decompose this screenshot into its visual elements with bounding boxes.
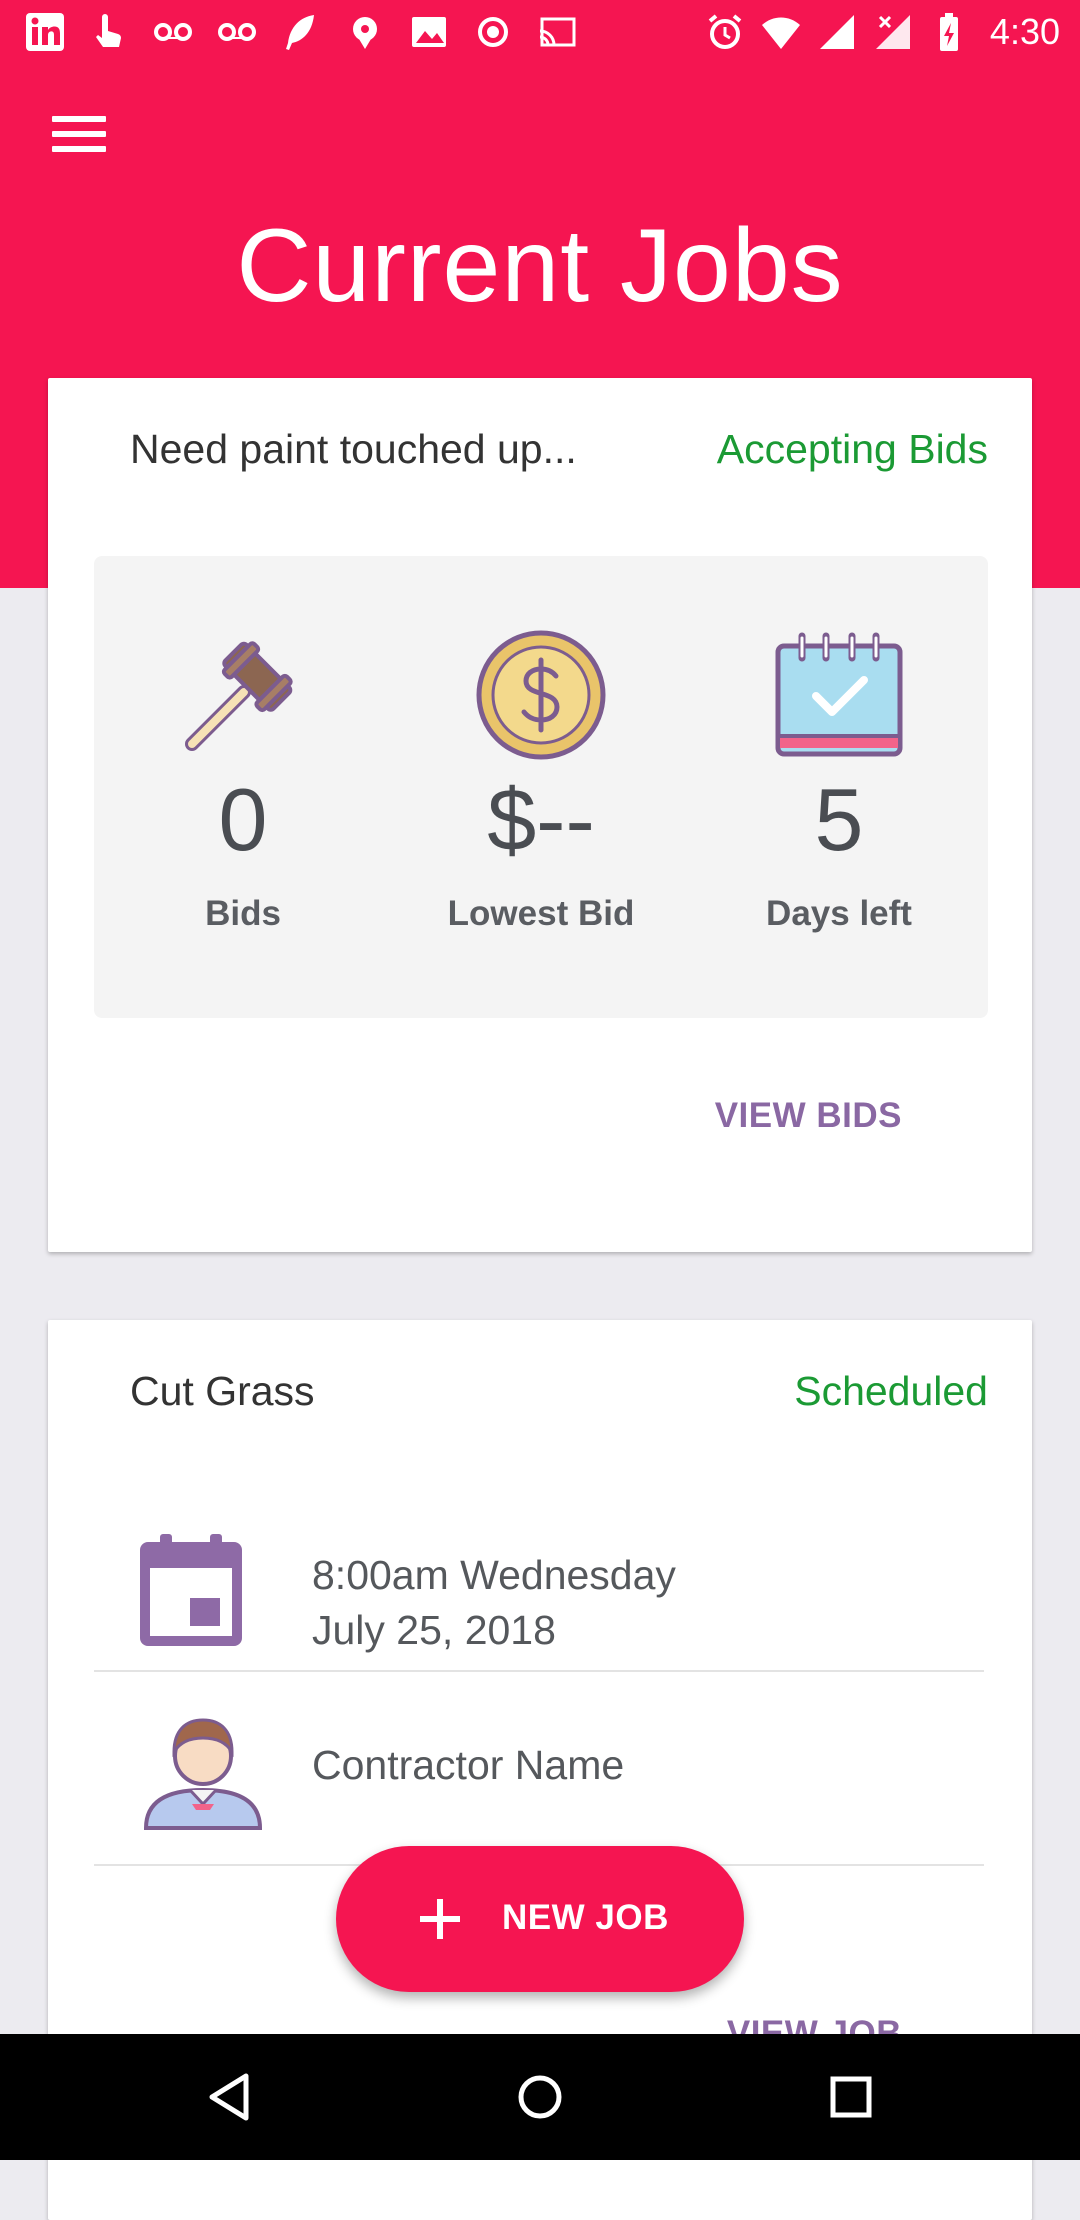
voicemail-icon [218,23,256,41]
job-status: Scheduled [794,1368,988,1414]
alarm-icon [708,14,742,49]
menu-icon[interactable] [44,108,114,160]
lowest-bid-value: $-- [487,770,595,869]
schedule-row: 8:00am Wednesday July 25, 2018 [94,1494,984,1672]
job-status: Accepting Bids [716,426,988,472]
linkedin-icon [26,13,64,51]
stat-lowest-bid: $-- Lowest Bid [392,556,690,1018]
home-icon[interactable] [505,2062,575,2132]
view-bids-button[interactable]: VIEW BIDS [715,1096,902,1136]
new-job-button[interactable]: NEW JOB [336,1846,744,1992]
voicemail-icon [154,23,192,41]
back-icon[interactable] [194,2062,264,2132]
contractor-name: Contractor Name [312,1742,625,1788]
gavel-icon [185,641,293,751]
days-left-count: 5 [814,770,864,869]
bid-stats: 0 Bids $-- Lowest Bid 5 Days left [94,556,988,1018]
wifi-icon [761,17,800,49]
bids-count: 0 [218,770,268,869]
feather-icon [286,15,314,50]
signal-icon [819,15,854,49]
bids-label: Bids [205,894,281,933]
recents-icon[interactable] [816,2062,886,2132]
app-icon [353,17,377,49]
stat-days-left: 5 Days left [690,556,988,1018]
coin-icon [476,630,606,760]
battery-charging-icon [939,13,958,51]
schedule-date-line: July 25, 2018 [312,1607,556,1653]
lowest-bid-label: Lowest Bid [447,894,635,933]
record-icon [478,17,508,47]
calendar-icon [140,1534,242,1646]
cast-icon [539,17,576,47]
calendar-check-icon [775,632,903,757]
clock: 4:30 [989,11,1060,52]
schedule-time: 8:00am Wednesday July 25, 2018 [312,1548,676,1658]
new-job-label: NEW JOB [502,1898,669,1937]
schedule-time-line: 8:00am Wednesday [312,1552,676,1598]
job-title: Cut Grass [130,1368,315,1414]
touch-icon [96,14,121,47]
navigation-bar [0,2034,1080,2160]
plus-icon [420,1899,460,1939]
job-title: Need paint touched up... [130,426,577,472]
status-bar: 4:30 [0,0,1080,64]
stat-bids: 0 Bids [94,556,392,1018]
signal-off-icon [875,15,910,49]
days-left-label: Days left [766,894,912,933]
image-icon [412,17,446,47]
job-card[interactable]: Need paint touched up... Accepting Bids … [48,378,1032,1252]
page-title: Current Jobs [236,208,844,324]
contractor-row[interactable]: Contractor Name [94,1672,984,1866]
contractor-avatar-icon [143,1718,263,1830]
